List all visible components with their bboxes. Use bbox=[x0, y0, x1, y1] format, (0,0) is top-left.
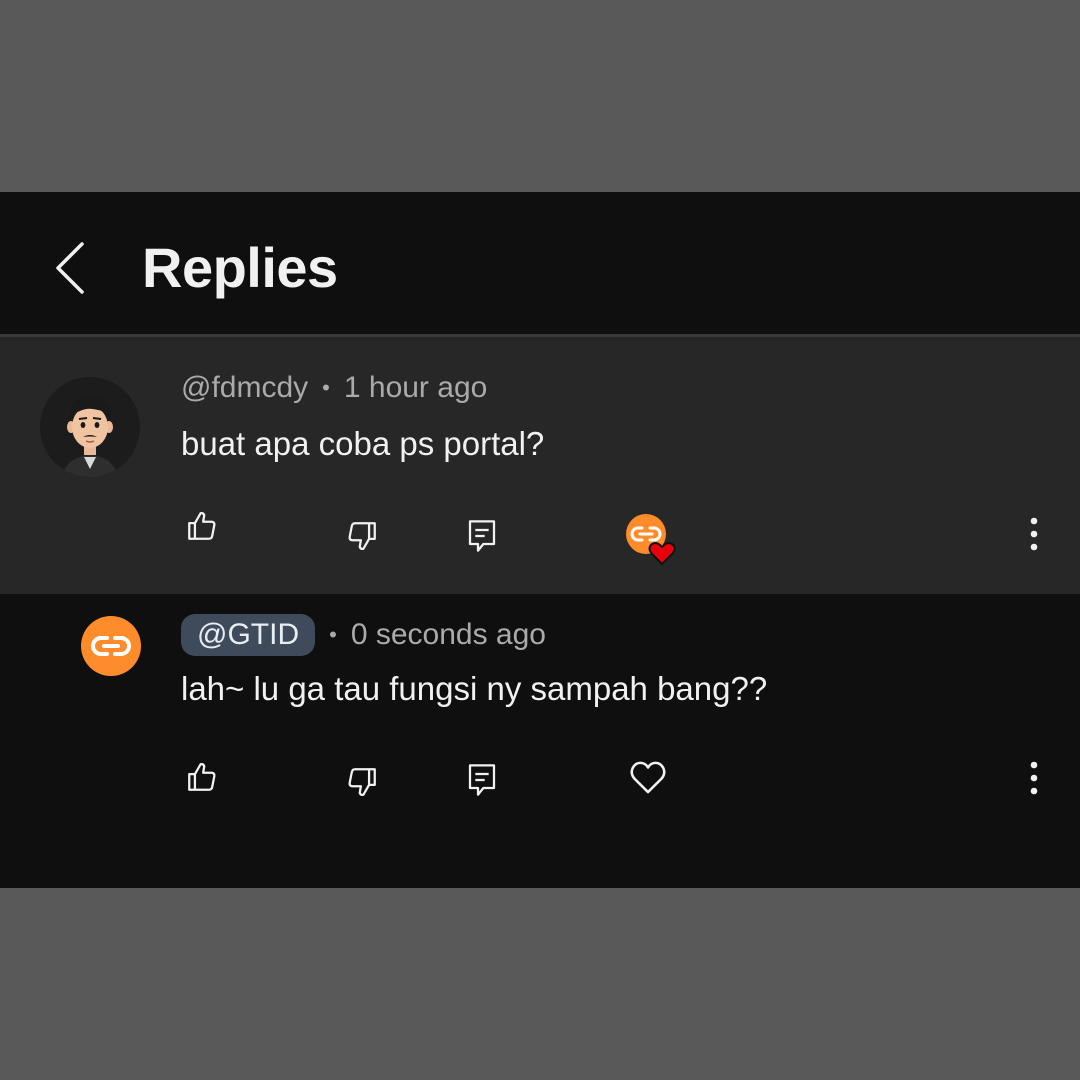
page-title: Replies bbox=[142, 236, 338, 299]
more-vert-icon bbox=[1030, 517, 1038, 551]
creator-heart-badge[interactable] bbox=[622, 510, 682, 570]
creator-heart-icon bbox=[626, 514, 676, 566]
parent-comment: @fdmcdy • 1 hour ago buat apa coba ps po… bbox=[0, 337, 1080, 594]
reply-icon bbox=[468, 764, 496, 796]
author-handle[interactable]: @fdmcdy bbox=[181, 371, 308, 405]
heart-icon bbox=[630, 761, 666, 794]
reply-reply-button[interactable] bbox=[460, 758, 504, 802]
dislike-icon bbox=[348, 768, 376, 797]
cartoon-avatar-icon bbox=[40, 377, 140, 477]
like-icon bbox=[188, 762, 216, 791]
reply-more-button[interactable] bbox=[1016, 758, 1052, 798]
replies-screen: Replies @fdmcdy • 1 hour ago buat apa co… bbox=[0, 192, 1080, 888]
meta-separator: • bbox=[329, 622, 337, 647]
meta-separator: • bbox=[322, 375, 330, 400]
parent-dislike-button[interactable] bbox=[340, 514, 384, 558]
reply-timestamp: 0 seconds ago bbox=[350, 618, 546, 651]
parent-reply-button[interactable] bbox=[460, 514, 504, 558]
reply-icon bbox=[468, 520, 496, 552]
like-icon bbox=[188, 511, 216, 540]
comment-timestamp: 1 hour ago bbox=[343, 371, 488, 404]
parent-like-button[interactable] bbox=[180, 504, 224, 548]
reply-dislike-button[interactable] bbox=[340, 760, 384, 804]
reply-like-button[interactable] bbox=[180, 755, 224, 799]
comment-meta: @fdmcdy • 1 hour ago bbox=[181, 371, 487, 405]
avatar[interactable] bbox=[40, 377, 140, 482]
more-vert-icon bbox=[1030, 761, 1038, 795]
reply-comment: @GTID • 0 seconds ago lah~ lu ga tau fun… bbox=[0, 594, 1080, 888]
chevron-left-icon bbox=[56, 242, 84, 294]
reply-avatar[interactable] bbox=[80, 615, 142, 682]
header: Replies bbox=[0, 192, 1080, 337]
link-avatar-icon bbox=[81, 616, 141, 676]
reply-author-chip[interactable]: @GTID bbox=[181, 614, 316, 656]
comment-text: buat apa coba ps portal? bbox=[181, 425, 545, 462]
back-button[interactable] bbox=[44, 238, 96, 298]
parent-more-button[interactable] bbox=[1016, 514, 1052, 554]
reply-heart-button[interactable] bbox=[626, 755, 670, 799]
reply-meta: @GTID • 0 seconds ago bbox=[181, 614, 546, 656]
reply-text: lah~ lu ga tau fungsi ny sampah bang?? bbox=[181, 670, 768, 707]
dislike-icon bbox=[348, 522, 376, 551]
